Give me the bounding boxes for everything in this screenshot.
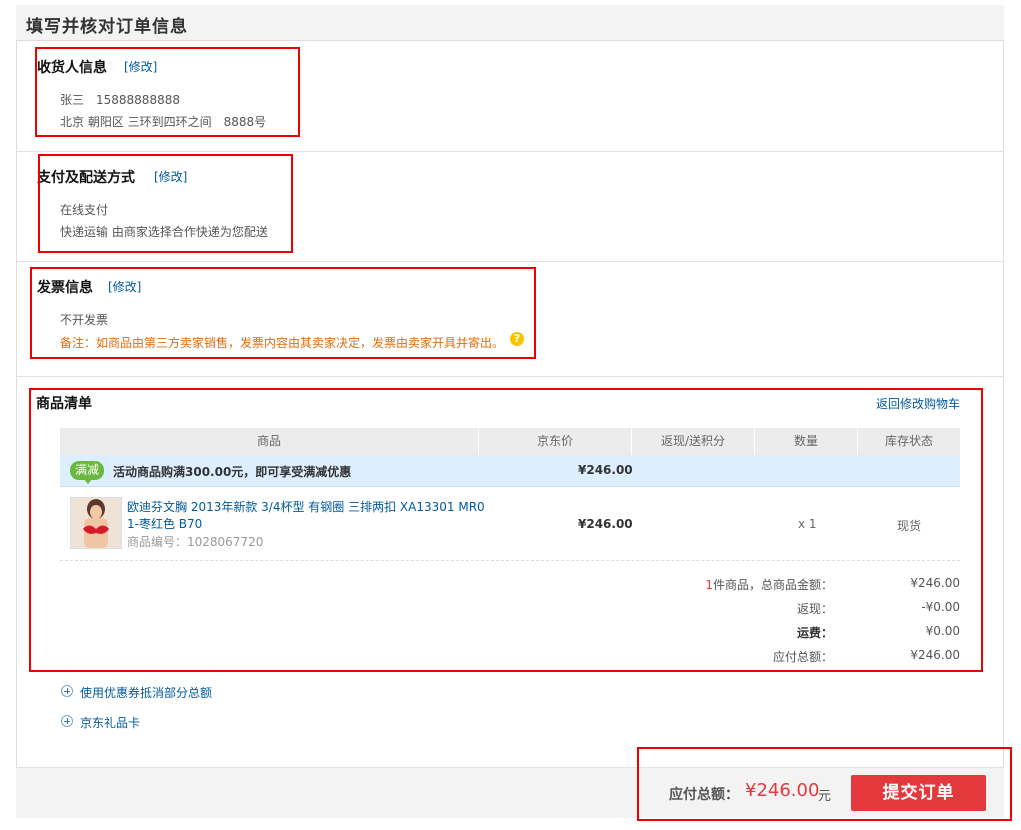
highlight-items: [29, 388, 983, 672]
divider: [17, 261, 1003, 262]
plus-icon[interactable]: [61, 685, 73, 697]
highlight-payment: [38, 154, 293, 253]
divider: [17, 151, 1003, 152]
highlight-consignee: [35, 47, 300, 137]
highlight-invoice: [30, 267, 536, 359]
gift-card-link[interactable]: 京东礼品卡: [80, 714, 140, 731]
page-header: 填写并核对订单信息: [16, 5, 1004, 41]
highlight-submit: [637, 747, 1012, 821]
page-title: 填写并核对订单信息: [26, 17, 188, 37]
divider: [17, 376, 1003, 377]
plus-icon[interactable]: [61, 715, 73, 727]
coupon-link[interactable]: 使用优惠券抵消部分总额: [80, 684, 212, 701]
